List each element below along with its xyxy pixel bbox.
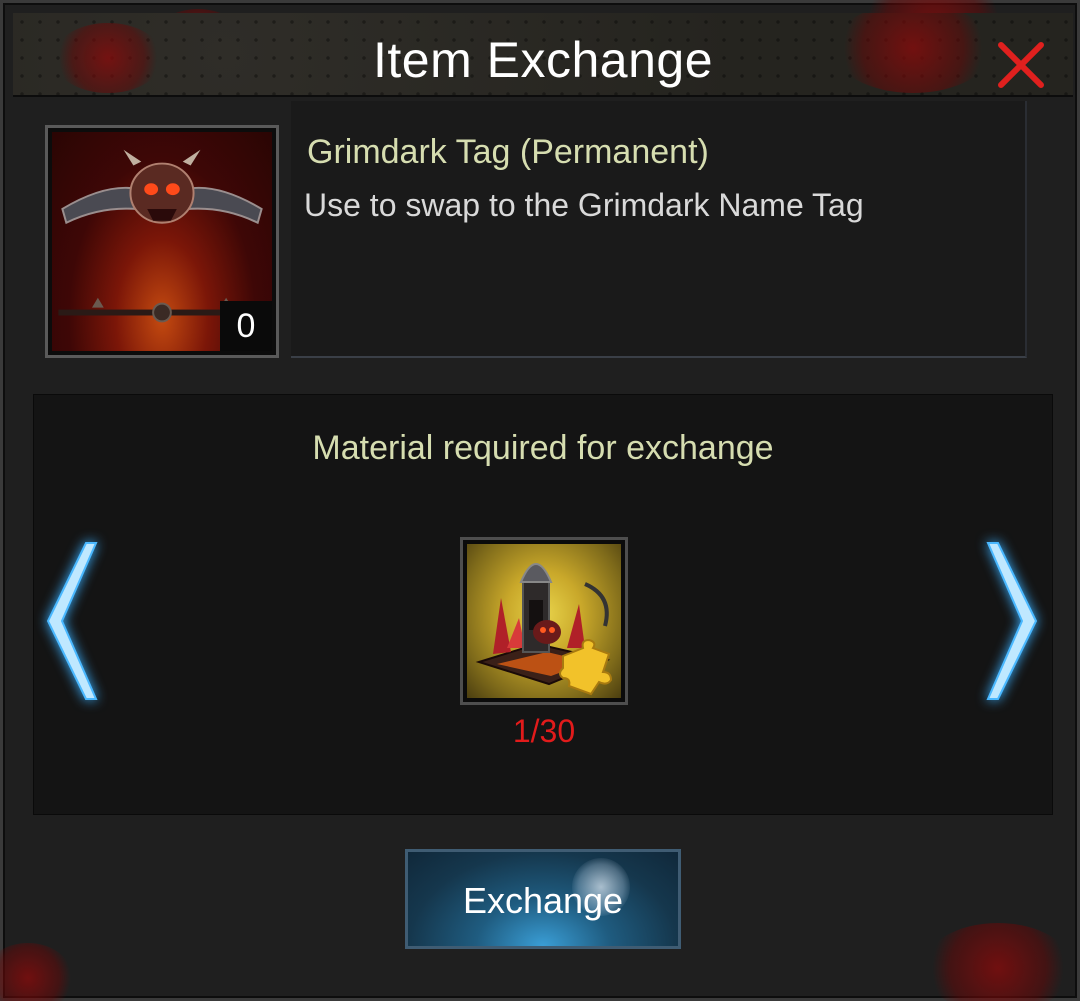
material-slot[interactable]	[460, 537, 628, 705]
item-info-panel: Grimdark Tag (Permanent) Use to swap to …	[291, 101, 1027, 358]
item-icon-frame: 0	[45, 125, 279, 358]
item-description: Use to swap to the Grimdark Name Tag	[304, 187, 864, 223]
previous-material-button[interactable]	[40, 539, 100, 703]
grimdark-name-tag-icon: 0	[52, 132, 272, 351]
title-bar: Item Exchange	[13, 13, 1073, 97]
exchange-button-label: Exchange	[462, 880, 624, 921]
item-count: 0	[220, 301, 272, 351]
exchange-button[interactable]: Exchange	[405, 849, 681, 949]
material-panel: Material required for exchange 1/30	[33, 394, 1053, 815]
dialog-title: Item Exchange	[372, 32, 714, 88]
close-icon	[998, 42, 1044, 88]
material-heading: Material required for exchange	[312, 429, 774, 467]
next-material-button[interactable]	[984, 539, 1044, 703]
item-name: Grimdark Tag (Permanent)	[307, 133, 709, 171]
item-exchange-dialog: Item Exchange 0 Grimdark Tag (Permanent)…	[0, 0, 1080, 1001]
chevron-left-icon	[46, 542, 98, 700]
close-button[interactable]	[995, 39, 1047, 91]
chevron-right-icon	[986, 542, 1038, 700]
building-puzzle-piece-icon	[467, 544, 621, 698]
material-progress: 1/30	[512, 713, 576, 749]
blood-splatter-decoration	[923, 923, 1073, 1001]
blood-splatter-decoration	[0, 943, 73, 1001]
